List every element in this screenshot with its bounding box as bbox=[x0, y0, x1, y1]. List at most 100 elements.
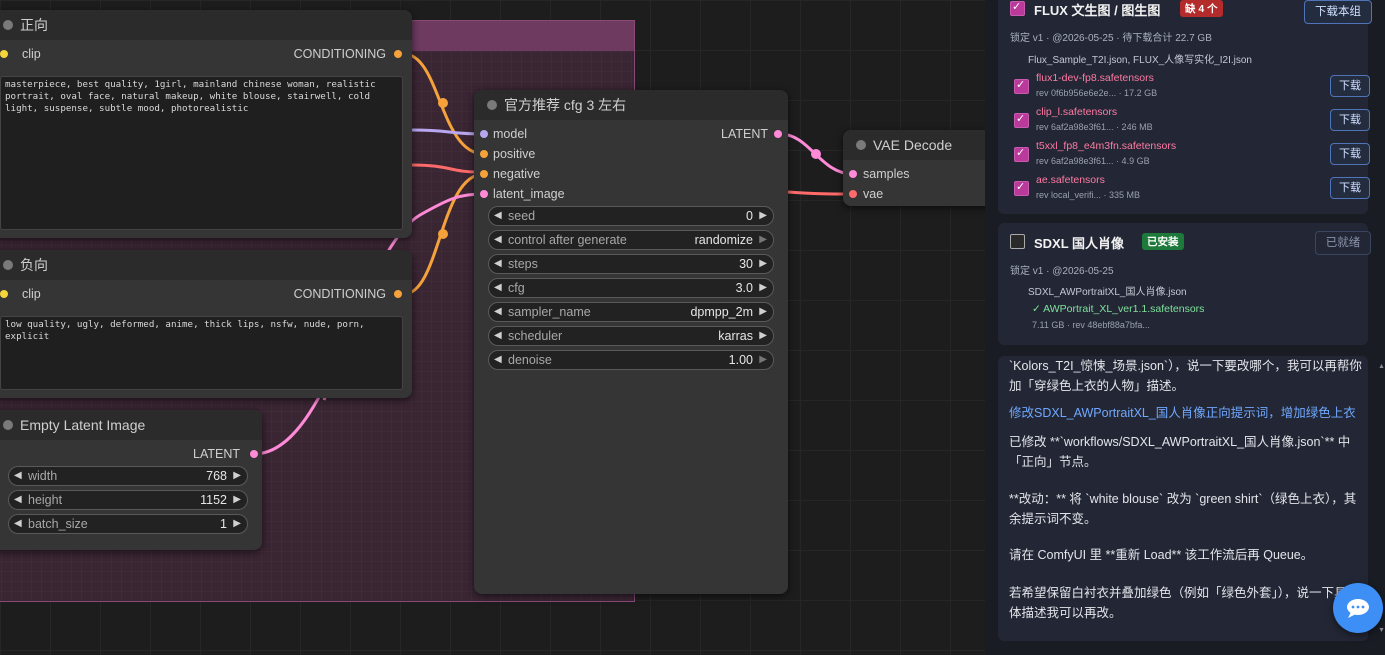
latent-slot-icon[interactable] bbox=[480, 190, 488, 198]
positive-prompt-textarea[interactable]: masterpiece, best quality, 1girl, mainla… bbox=[0, 76, 403, 230]
increment-icon[interactable]: ▶ bbox=[233, 491, 241, 509]
decrement-icon[interactable]: ◀ bbox=[494, 303, 502, 321]
file-name: ae.safetensors bbox=[1036, 174, 1105, 186]
side-panel[interactable]: FLUX 文生图 / 图生图 缺 4 个 下载本组 锁定 v1 · @2026-… bbox=[985, 0, 1385, 655]
file-checkbox[interactable] bbox=[1014, 146, 1029, 162]
assistant-message: 已修改 **`workflows/SDXL_AWPortraitXL_国人肖像.… bbox=[1009, 435, 1351, 469]
negative-prompt-textarea[interactable]: low quality, ugly, deformed, anime, thic… bbox=[0, 316, 403, 390]
node-title-bar[interactable]: Empty Latent Image bbox=[0, 410, 262, 440]
steps-widget[interactable]: ◀ steps 30 ▶ bbox=[488, 254, 774, 274]
download-button[interactable]: 下载 bbox=[1330, 109, 1370, 131]
input-latent-image[interactable]: latent_image bbox=[480, 184, 565, 204]
batch-size-widget[interactable]: ◀ batch_size 1 ▶ bbox=[8, 514, 248, 534]
increment-icon[interactable]: ▶ bbox=[759, 351, 767, 369]
latent-slot-icon[interactable] bbox=[774, 130, 782, 138]
increment-icon[interactable]: ▶ bbox=[759, 303, 767, 321]
width-widget[interactable]: ◀ width 768 ▶ bbox=[8, 466, 248, 486]
decrement-icon[interactable]: ◀ bbox=[494, 327, 502, 345]
conditioning-slot-icon[interactable] bbox=[394, 290, 402, 298]
node-title-bar[interactable]: 正向 bbox=[0, 10, 412, 40]
input-model[interactable]: model bbox=[480, 124, 527, 144]
conditioning-slot-icon[interactable] bbox=[480, 150, 488, 158]
chat-assistant-button[interactable] bbox=[1333, 583, 1383, 633]
file-checkbox[interactable] bbox=[1014, 180, 1029, 196]
download-button[interactable]: 下载 bbox=[1330, 177, 1370, 199]
collapse-dot-icon[interactable] bbox=[487, 100, 497, 110]
sampler-name-widget[interactable]: ◀ sampler_name dpmpp_2m ▶ bbox=[488, 302, 774, 322]
node-title: 官方推荐 cfg 3 左右 bbox=[504, 97, 627, 113]
vae-decode-node[interactable]: VAE Decode samples vae bbox=[843, 130, 985, 206]
input-clip[interactable]: clip bbox=[0, 284, 41, 304]
decrement-icon[interactable]: ◀ bbox=[14, 467, 22, 485]
output-conditioning[interactable]: CONDITIONING bbox=[294, 44, 402, 64]
increment-icon[interactable]: ▶ bbox=[759, 255, 767, 273]
latent-slot-icon[interactable] bbox=[250, 450, 258, 458]
download-button[interactable]: 下载 bbox=[1330, 75, 1370, 97]
conditioning-slot-icon[interactable] bbox=[480, 170, 488, 178]
latent-slot-icon[interactable] bbox=[849, 170, 857, 178]
ready-button[interactable]: 已就绪 bbox=[1315, 231, 1371, 255]
scheduler-widget[interactable]: ◀ scheduler karras ▶ bbox=[488, 326, 774, 346]
clip-slot-icon[interactable] bbox=[0, 50, 8, 58]
clip-slot-icon[interactable] bbox=[0, 290, 8, 298]
wire-reroute-dot bbox=[811, 149, 821, 159]
decrement-icon[interactable]: ◀ bbox=[494, 351, 502, 369]
decrement-icon[interactable]: ◀ bbox=[494, 255, 502, 273]
node-canvas[interactable]: 正向 clip CONDITIONING masterpiece, best q… bbox=[0, 0, 985, 655]
group-checkbox[interactable] bbox=[1010, 234, 1025, 249]
input-positive[interactable]: positive bbox=[480, 144, 535, 164]
assistant-message: **改动：** 将 `white blouse` 改为 `green shirt… bbox=[1009, 492, 1357, 526]
decrement-icon[interactable]: ◀ bbox=[14, 515, 22, 533]
output-latent[interactable]: LATENT bbox=[721, 124, 782, 144]
node-title-bar[interactable]: VAE Decode bbox=[843, 130, 985, 160]
input-clip[interactable]: clip bbox=[0, 44, 41, 64]
download-group-button[interactable]: 下载本组 bbox=[1304, 0, 1372, 24]
input-vae[interactable]: vae bbox=[849, 184, 883, 204]
input-negative[interactable]: negative bbox=[480, 164, 540, 184]
ksampler-node[interactable]: 官方推荐 cfg 3 左右 model positive negative la… bbox=[474, 90, 788, 594]
download-button[interactable]: 下载 bbox=[1330, 143, 1370, 165]
negative-prompt-node[interactable]: 负向 clip CONDITIONING low quality, ugly, … bbox=[0, 250, 412, 398]
input-samples[interactable]: samples bbox=[849, 164, 910, 184]
collapse-dot-icon[interactable] bbox=[3, 420, 13, 430]
node-title-bar[interactable]: 官方推荐 cfg 3 左右 bbox=[474, 90, 788, 120]
file-name: ✓ AWPortrait_XL_ver1.1.safetensors bbox=[1032, 303, 1205, 315]
decrement-icon[interactable]: ◀ bbox=[494, 279, 502, 297]
increment-icon[interactable]: ▶ bbox=[233, 467, 241, 485]
positive-prompt-node[interactable]: 正向 clip CONDITIONING masterpiece, best q… bbox=[0, 10, 412, 238]
vae-slot-icon[interactable] bbox=[849, 190, 857, 198]
cfg-widget[interactable]: ◀ cfg 3.0 ▶ bbox=[488, 278, 774, 298]
denoise-widget[interactable]: ◀ denoise 1.00 ▶ bbox=[488, 350, 774, 370]
model-slot-icon[interactable] bbox=[480, 130, 488, 138]
group-title: SDXL 国人肖像 bbox=[1034, 236, 1125, 251]
file-name: clip_l.safetensors bbox=[1036, 106, 1118, 118]
collapse-dot-icon[interactable] bbox=[3, 260, 13, 270]
output-latent[interactable]: LATENT bbox=[193, 444, 258, 464]
collapse-dot-icon[interactable] bbox=[856, 140, 866, 150]
increment-icon[interactable]: ▶ bbox=[759, 279, 767, 297]
decrement-icon[interactable]: ◀ bbox=[494, 207, 502, 225]
increment-icon[interactable]: ▶ bbox=[759, 327, 767, 345]
node-title-bar[interactable]: 负向 bbox=[0, 250, 412, 280]
file-meta: rev 0f6b956e6e2e... · 17.2 GB bbox=[1036, 88, 1158, 98]
conditioning-slot-icon[interactable] bbox=[394, 50, 402, 58]
increment-icon[interactable]: ▶ bbox=[233, 515, 241, 533]
height-widget[interactable]: ◀ height 1152 ▶ bbox=[8, 490, 248, 510]
collapse-dot-icon[interactable] bbox=[3, 20, 13, 30]
file-meta: rev 6af2a98e3f61... · 246 MB bbox=[1036, 122, 1153, 132]
group-workflows: SDXL_AWPortraitXL_国人肖像.json bbox=[1028, 287, 1187, 298]
decrement-icon[interactable]: ◀ bbox=[494, 231, 502, 249]
file-checkbox[interactable] bbox=[1014, 112, 1029, 128]
chat-log[interactable]: `Kolors_T2I_惊悚_场景.json`），说一下要改哪个，我可以再帮你 … bbox=[998, 356, 1368, 641]
file-name: t5xxl_fp8_e4m3fn.safetensors bbox=[1036, 140, 1177, 152]
group-checkbox[interactable] bbox=[1010, 0, 1025, 16]
seed-widget[interactable]: ◀ seed 0 ▶ bbox=[488, 206, 774, 226]
decrement-icon[interactable]: ◀ bbox=[14, 491, 22, 509]
control-after-generate-widget[interactable]: ◀ control after generate randomize ▶ bbox=[488, 230, 774, 250]
file-checkbox[interactable] bbox=[1014, 78, 1029, 94]
increment-icon[interactable]: ▶ bbox=[759, 207, 767, 225]
node-title: VAE Decode bbox=[873, 137, 953, 153]
empty-latent-node[interactable]: Empty Latent Image LATENT ◀ width 768 ▶ … bbox=[0, 410, 262, 550]
increment-icon[interactable]: ▶ bbox=[759, 231, 767, 249]
output-conditioning[interactable]: CONDITIONING bbox=[294, 284, 402, 304]
